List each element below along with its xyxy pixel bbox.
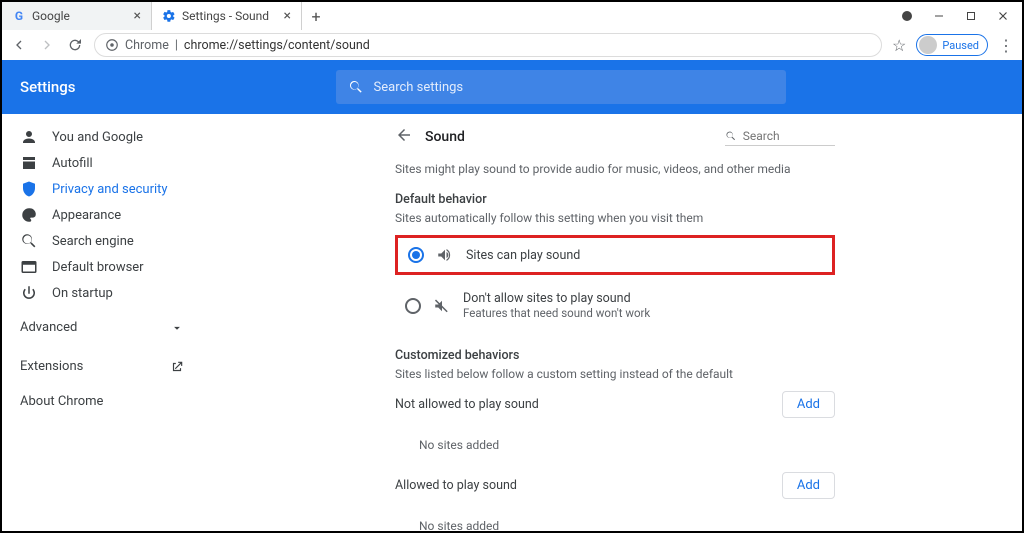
default-behavior-sub: Sites automatically follow this setting … <box>395 211 835 225</box>
close-icon[interactable]: × <box>284 8 291 24</box>
panel-title: Sound <box>425 129 465 145</box>
sidebar-item-label: Search engine <box>52 234 134 249</box>
panel-search-input[interactable] <box>743 129 835 143</box>
sidebar-item-label: Default browser <box>52 260 144 275</box>
autofill-icon <box>20 154 38 172</box>
tab-label: Google <box>32 9 70 23</box>
panel-subtitle: Sites might play sound to provide audio … <box>395 162 835 176</box>
sidebar-item-label: On startup <box>52 286 113 301</box>
sidebar-item-default-browser[interactable]: Default browser <box>2 254 208 280</box>
sidebar-extensions-label: Extensions <box>20 359 83 374</box>
arrow-left-icon <box>395 126 413 144</box>
close-icon[interactable]: × <box>134 8 141 24</box>
new-tab-button[interactable]: + <box>302 2 330 30</box>
page-title: Settings <box>20 78 76 96</box>
avatar <box>919 36 937 54</box>
profile-state: Paused <box>942 39 979 52</box>
sidebar-item-privacy[interactable]: Privacy and security <box>2 176 208 202</box>
chevron-down-icon <box>170 321 184 335</box>
chrome-lock-icon <box>105 38 119 52</box>
settings-search[interactable] <box>336 70 786 104</box>
browser-tab-google[interactable]: G Google × <box>2 2 152 30</box>
sidebar-item-label: You and Google <box>52 130 143 145</box>
search-icon <box>725 129 737 143</box>
sidebar-item-label: Privacy and security <box>52 182 168 197</box>
person-icon <box>20 128 38 146</box>
sidebar-item-appearance[interactable]: Appearance <box>2 202 208 228</box>
no-sites-allowed: No sites added <box>395 509 835 531</box>
sidebar-about-label: About Chrome <box>20 394 103 409</box>
add-button-allowed[interactable]: Add <box>782 472 835 499</box>
custom-title: Customized behaviors <box>395 348 835 363</box>
sidebar-advanced-toggle[interactable]: Advanced <box>2 306 208 349</box>
browser-icon <box>20 258 38 276</box>
sidebar-item-autofill[interactable]: Autofill <box>2 150 208 176</box>
browser-menu-button[interactable]: ⋮ <box>998 36 1014 55</box>
url-path: chrome://settings/content/sound <box>184 38 370 53</box>
bookmark-star-icon[interactable]: ☆ <box>892 36 906 55</box>
sidebar-extensions[interactable]: Extensions <box>2 349 208 384</box>
url-prefix: Chrome <box>125 38 169 53</box>
sidebar-advanced-label: Advanced <box>20 320 77 335</box>
power-icon <box>20 284 38 302</box>
settings-search-input[interactable] <box>374 80 774 95</box>
sidebar-item-label: Appearance <box>52 208 121 223</box>
radio-unselected-icon <box>405 298 421 314</box>
sidebar-item-on-startup[interactable]: On startup <box>2 280 208 306</box>
radio-sublabel: Features that need sound won't work <box>463 306 650 320</box>
search-icon <box>348 79 364 95</box>
search-icon <box>20 232 38 250</box>
nav-forward-button[interactable] <box>38 36 56 54</box>
reload-button[interactable] <box>66 36 84 54</box>
allowed-label: Allowed to play sound <box>395 478 517 493</box>
radio-dont-allow[interactable]: Don't allow sites to play sound Features… <box>395 283 835 328</box>
sidebar-about[interactable]: About Chrome <box>2 384 208 419</box>
panel-search[interactable] <box>725 129 835 146</box>
radio-selected-icon <box>408 247 424 263</box>
radio-sites-can-play[interactable]: Sites can play sound <box>395 235 835 275</box>
shield-icon <box>20 180 38 198</box>
volume-off-icon <box>433 297 451 315</box>
external-link-icon <box>170 360 184 374</box>
not-allowed-label: Not allowed to play sound <box>395 397 539 412</box>
address-bar[interactable]: Chrome | chrome://settings/content/sound <box>94 33 882 57</box>
sidebar-item-search-engine[interactable]: Search engine <box>2 228 208 254</box>
gear-favicon <box>162 9 176 23</box>
no-sites-not-allowed: No sites added <box>395 428 835 462</box>
window-info-icon[interactable] <box>898 7 916 25</box>
radio-label: Sites can play sound <box>466 248 580 263</box>
sidebar-item-label: Autofill <box>52 156 93 171</box>
window-close-button[interactable] <box>994 7 1012 25</box>
radio-label: Don't allow sites to play sound <box>463 291 650 306</box>
browser-tab-settings[interactable]: Settings - Sound × <box>152 2 302 30</box>
nav-back-button[interactable] <box>10 36 28 54</box>
window-maximize-button[interactable] <box>962 7 980 25</box>
custom-sub: Sites listed below follow a custom setti… <box>395 367 835 381</box>
add-button-not-allowed[interactable]: Add <box>782 391 835 418</box>
default-behavior-title: Default behavior <box>395 192 835 207</box>
tab-label: Settings - Sound <box>182 9 269 23</box>
window-minimize-button[interactable] <box>930 7 948 25</box>
palette-icon <box>20 206 38 224</box>
sidebar-item-you-and-google[interactable]: You and Google <box>2 124 208 150</box>
profile-chip[interactable]: Paused <box>916 34 988 56</box>
volume-icon <box>436 246 454 264</box>
back-button[interactable] <box>395 126 413 148</box>
google-favicon: G <box>12 9 26 23</box>
